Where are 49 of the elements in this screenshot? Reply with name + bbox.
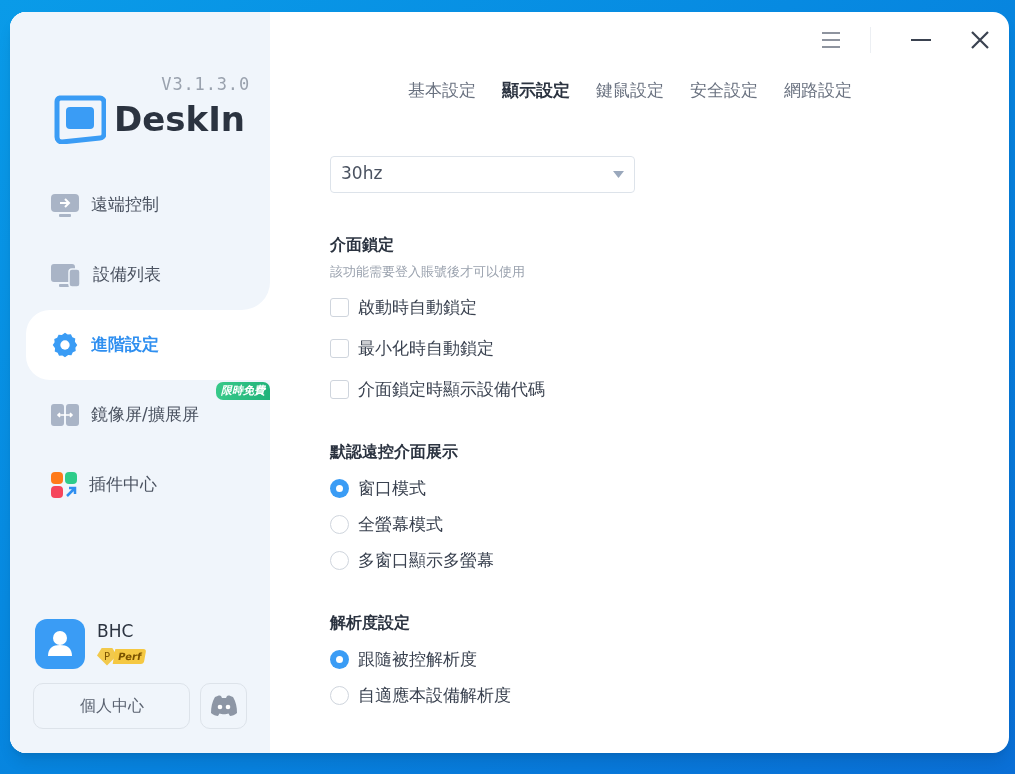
checkbox[interactable] [330, 380, 349, 399]
section-title: 默認遠控介面展示 [330, 441, 459, 463]
apps-grid-icon [51, 471, 77, 498]
section-title: 解析度設定 [330, 612, 411, 634]
radio-button[interactable] [330, 479, 349, 498]
checkbox-label: 介面鎖定時顯示設備代碼 [358, 379, 545, 400]
checkbox[interactable] [330, 339, 349, 358]
settings-tab[interactable]: 安全設定 [689, 78, 758, 104]
checkbox-label: 最小化時自動鎖定 [358, 338, 494, 359]
radio-label: 窗口模式 [358, 478, 426, 499]
avatar[interactable] [35, 619, 85, 669]
radio-label: 多窗口顯示多螢幕 [358, 550, 494, 571]
profile-button[interactable]: 個人中心 [33, 683, 190, 729]
monitor-arrow-icon [51, 191, 79, 218]
checkbox[interactable] [330, 298, 349, 317]
refresh-rate-select[interactable]: 30hz [330, 155, 635, 193]
nav-item[interactable]: 鏡像屏/擴展屏 [51, 379, 203, 450]
discord-icon [209, 695, 238, 717]
settings-tab[interactable]: 基本設定 [407, 78, 476, 104]
section-title: 介面鎖定 [330, 233, 395, 256]
radio-label: 跟隨被控解析度 [358, 649, 477, 670]
nav-item[interactable]: 設備列表 [10, 239, 270, 310]
dropdown-caret-icon [613, 170, 624, 178]
version-label: V3.1.3.0 [161, 73, 250, 96]
person-icon [47, 630, 73, 658]
close-icon[interactable] [971, 31, 989, 49]
tier-badge-icon: P [97, 647, 117, 666]
discord-button[interactable] [200, 683, 247, 729]
brand-name: DeskIn [114, 101, 245, 136]
settings-tab[interactable]: 網路設定 [783, 78, 852, 104]
devices-icon [51, 261, 81, 288]
settings-tab[interactable]: 鍵鼠設定 [595, 78, 664, 104]
radio-button[interactable] [330, 650, 349, 669]
radio-button[interactable] [330, 551, 349, 570]
gear-icon [51, 330, 79, 359]
radio-label: 全螢幕模式 [358, 514, 443, 535]
menu-icon[interactable] [822, 32, 840, 48]
user-name: BHC [97, 620, 135, 643]
section-note: 該功能需要登入賬號後才可以使用 [330, 262, 526, 281]
app-logo-icon [54, 93, 106, 144]
radio-button[interactable] [330, 686, 349, 705]
promo-badge: 限時免費 [216, 381, 270, 400]
checkbox-label: 啟動時自動鎖定 [358, 297, 477, 318]
split-screen-icon [51, 401, 79, 428]
radio-button[interactable] [330, 515, 349, 534]
minimize-icon[interactable] [911, 38, 931, 42]
settings-tab[interactable]: 顯示設定 [501, 78, 570, 104]
tier-label: Perf [112, 649, 147, 664]
radio-label: 自適應本設備解析度 [358, 685, 511, 706]
